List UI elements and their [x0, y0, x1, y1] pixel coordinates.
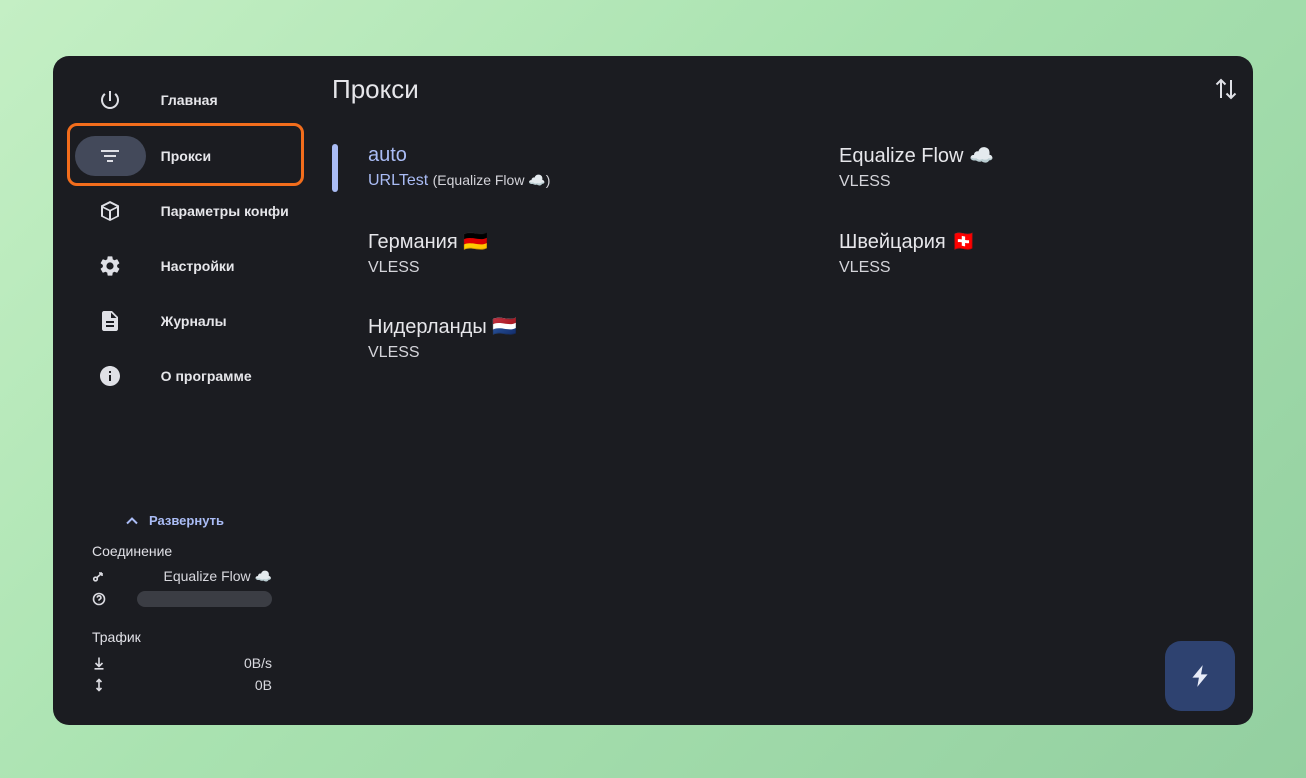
gear-icon	[75, 246, 146, 286]
sidebar-item-label: О программе	[160, 368, 252, 384]
proxy-type: URLTest (Equalize Flow ☁️)	[368, 172, 768, 190]
proxy-item-switzerland[interactable]: Швейцария 🇨🇭 VLESS	[839, 229, 1239, 277]
sidebar-item-label: Параметры конфи	[160, 203, 289, 219]
sidebar-item-home[interactable]: Главная	[75, 80, 303, 120]
power-icon	[75, 80, 146, 120]
traffic-title: Трафик	[92, 629, 141, 645]
ip-placeholder	[137, 591, 272, 607]
info-icon	[75, 356, 146, 396]
help-icon	[92, 592, 106, 606]
sidebar-item-proxies[interactable]: Прокси	[75, 136, 303, 176]
proxy-type-label: URLTest	[368, 172, 429, 189]
connection-proxy-row: Equalize Flow ☁️	[92, 567, 272, 585]
sidebar-item-about[interactable]: О программе	[75, 356, 303, 396]
sidebar-item-settings[interactable]: Настройки	[75, 246, 303, 286]
selection-indicator	[332, 144, 338, 192]
proxy-type-sub: (Equalize Flow ☁️)	[432, 172, 551, 188]
expand-button[interactable]: Развернуть	[125, 513, 224, 528]
proxy-type: VLESS	[368, 344, 420, 361]
proxy-type: VLESS	[839, 173, 891, 190]
proxy-name: Германия 🇩🇪	[368, 231, 489, 253]
lightning-icon	[1192, 665, 1208, 687]
sidebar-item-config[interactable]: Параметры конфи	[75, 191, 303, 231]
proxy-type: VLESS	[839, 259, 891, 276]
route-icon	[92, 572, 103, 582]
package-icon	[75, 191, 146, 231]
download-icon	[94, 657, 104, 670]
sidebar-item-label: Настройки	[160, 258, 235, 274]
page-title: Прокси	[332, 74, 419, 104]
traffic-total-row: 0B	[92, 676, 272, 694]
sidebar-item-logs[interactable]: Журналы	[75, 301, 303, 341]
proxy-name: Швейцария 🇨🇭	[839, 231, 977, 253]
sidebar: Главная Прокси Параметры конфи Настройки	[53, 56, 315, 725]
proxy-name: auto	[368, 144, 407, 166]
connection-ip-row	[92, 590, 272, 608]
sort-icon	[1215, 78, 1237, 100]
connection-title: Соединение	[92, 543, 173, 559]
proxy-item-netherlands[interactable]: Нидерланды 🇳🇱 VLESS	[368, 314, 768, 362]
proxy-item-equalize-flow[interactable]: Equalize Flow ☁️ VLESS	[839, 143, 1239, 191]
traffic-speed: 0B/s	[243, 655, 272, 671]
traffic-speed-row: 0B/s	[92, 654, 272, 672]
proxy-type: VLESS	[368, 259, 420, 276]
proxy-item-germany[interactable]: Германия 🇩🇪 VLESS	[368, 229, 768, 277]
sort-button[interactable]	[1211, 74, 1241, 104]
traffic-total: 0B	[254, 677, 272, 693]
sidebar-item-label: Главная	[160, 92, 218, 108]
connection-proxy: Equalize Flow ☁️	[163, 567, 272, 584]
proxy-item-auto[interactable]: auto URLTest (Equalize Flow ☁️)	[368, 144, 768, 190]
chevron-up-icon	[126, 516, 138, 524]
filter-icon	[75, 136, 146, 176]
proxy-name: Equalize Flow ☁️	[839, 145, 994, 167]
test-latency-button[interactable]	[1165, 641, 1235, 711]
sidebar-item-label: Журналы	[160, 313, 227, 329]
app-window: Главная Прокси Параметры конфи Настройки	[53, 56, 1253, 725]
proxy-name: Нидерланды 🇳🇱	[368, 316, 518, 338]
expand-label: Развернуть	[149, 513, 224, 528]
document-icon	[75, 301, 146, 341]
sidebar-item-label: Прокси	[160, 148, 212, 164]
up-down-arrow-icon	[95, 678, 103, 692]
